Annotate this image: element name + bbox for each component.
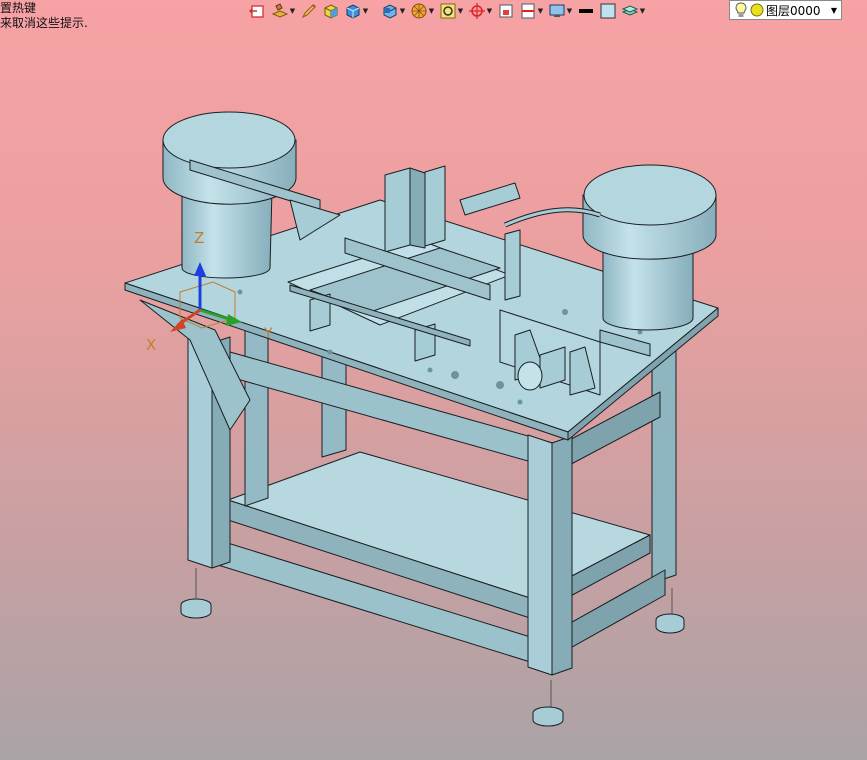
axis-y-label: Y [263,326,273,342]
model-viewport[interactable]: Z X Y [0,0,867,760]
axis-z-label: Z [194,229,204,247]
leveling-feet [180,568,685,727]
axis-x-label: X [146,336,156,354]
machine-model [124,111,719,727]
